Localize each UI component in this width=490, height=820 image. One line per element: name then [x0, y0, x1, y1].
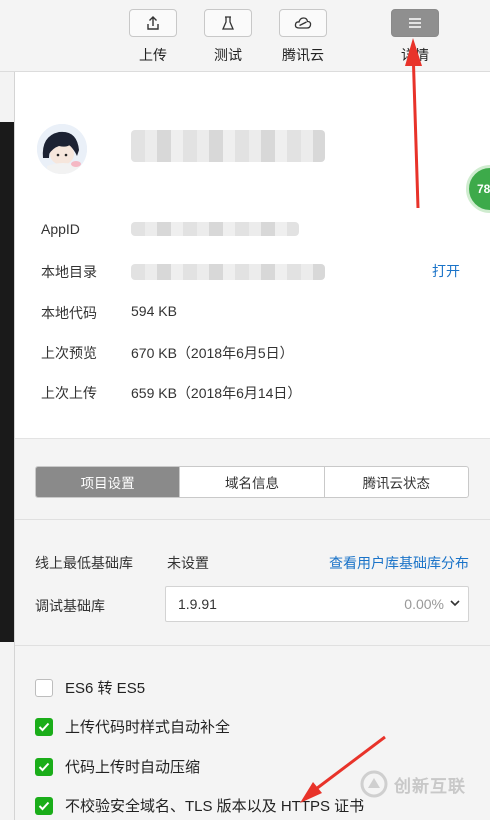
- tab-tencent-cloud-status[interactable]: 腾讯云状态: [325, 467, 468, 497]
- last-upload-value: 659 KB（2018年6月14日）: [131, 385, 302, 401]
- test-button[interactable]: [204, 9, 252, 37]
- tab-project-settings[interactable]: 项目设置: [36, 467, 181, 497]
- local-code-label: 本地代码: [41, 305, 97, 321]
- option-auto-compress[interactable]: 代码上传时自动压缩: [35, 756, 200, 777]
- test-label: 测试: [214, 47, 242, 63]
- last-preview-value: 670 KB（2018年6月5日）: [131, 345, 294, 361]
- option-label: 不校验安全域名、TLS 版本以及 HTTPS 证书: [65, 798, 365, 815]
- min-library-value: 未设置: [167, 555, 209, 571]
- check-icon: [38, 801, 50, 810]
- details-label: 详情: [401, 47, 429, 63]
- local-dir-label: 本地目录: [41, 264, 97, 280]
- debug-library-select[interactable]: 1.9.91 0.00%: [165, 586, 469, 622]
- test-tool[interactable]: 测试: [202, 9, 254, 65]
- min-library-label: 线上最低基础库: [35, 555, 133, 571]
- last-upload-label: 上次上传: [41, 385, 97, 401]
- upload-icon: [147, 16, 159, 30]
- project-name-blurred: [131, 130, 325, 162]
- checkbox-checked[interactable]: [35, 796, 53, 815]
- option-skip-domain-check[interactable]: 不校验安全域名、TLS 版本以及 HTTPS 证书: [35, 795, 364, 816]
- checkbox-checked[interactable]: [35, 757, 53, 776]
- debug-library-percent: 0.00%: [404, 596, 444, 612]
- option-es6-to-es5[interactable]: ES6 转 ES5: [35, 677, 145, 698]
- tencent-cloud-button[interactable]: [279, 9, 327, 37]
- watermark: 创新互联: [360, 770, 466, 798]
- check-icon: [38, 762, 50, 771]
- details-panel: AppID 本地目录 打开 本地代码 594 KB 上次预览 670 KB（20…: [14, 72, 490, 820]
- upload-label: 上传: [139, 47, 167, 63]
- option-style-autocomplete[interactable]: 上传代码时样式自动补全: [35, 716, 230, 737]
- option-label: ES6 转 ES5: [65, 680, 146, 697]
- local-code-value: 594 KB: [131, 303, 177, 319]
- details-tool[interactable]: 详情: [389, 9, 441, 65]
- debug-library-label: 调试基础库: [35, 598, 105, 614]
- last-preview-label: 上次预览: [41, 345, 97, 361]
- watermark-text: 创新互联: [394, 776, 466, 796]
- checkbox-checked[interactable]: [35, 717, 53, 736]
- tencent-cloud-label: 腾讯云: [282, 47, 324, 63]
- settings-tabs: 项目设置 域名信息 腾讯云状态: [35, 466, 469, 498]
- debug-library-version: 1.9.91: [178, 596, 217, 612]
- option-label: 上传代码时样式自动补全: [65, 719, 231, 736]
- tab-domain-info[interactable]: 域名信息: [180, 467, 325, 497]
- settings-section: 项目设置 域名信息 腾讯云状态 线上最低基础库 未设置 查看用户库基础库分布 调…: [15, 438, 490, 820]
- option-label: 代码上传时自动压缩: [65, 759, 201, 776]
- project-info: AppID 本地目录 打开 本地代码 594 KB 上次预览 670 KB（20…: [15, 72, 490, 438]
- flask-icon: [222, 16, 234, 30]
- open-dir-link[interactable]: 打开: [432, 261, 460, 281]
- chevron-down-icon: [450, 600, 460, 607]
- watermark-logo-icon: [360, 770, 388, 798]
- divider: [15, 519, 490, 520]
- tencent-cloud-tool[interactable]: 腾讯云: [277, 9, 329, 65]
- avatar-illustration: [37, 124, 87, 174]
- check-icon: [38, 722, 50, 731]
- library-distribution-link[interactable]: 查看用户库基础库分布: [329, 553, 469, 573]
- details-button[interactable]: [391, 9, 439, 37]
- upload-tool[interactable]: 上传: [127, 9, 179, 65]
- avatar: [37, 124, 87, 174]
- divider: [15, 645, 490, 646]
- appid-label: AppID: [41, 221, 80, 237]
- toolbar: 上传 测试 腾讯云 详情: [0, 0, 490, 72]
- upload-button[interactable]: [129, 9, 177, 37]
- left-editor-strip: [0, 122, 14, 642]
- checkbox-unchecked[interactable]: [35, 678, 53, 697]
- cloud-icon: [294, 17, 312, 29]
- appid-value-blurred: [131, 222, 299, 236]
- menu-icon: [409, 18, 421, 28]
- local-dir-value-blurred: [131, 264, 325, 280]
